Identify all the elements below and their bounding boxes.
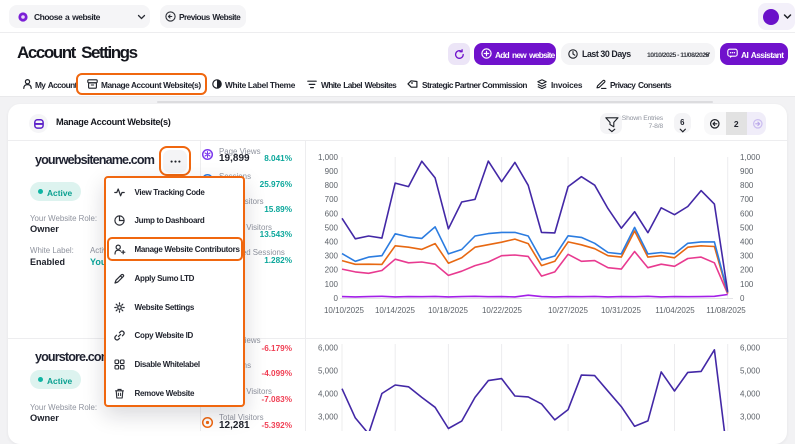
svg-text:10/31/2025: 10/31/2025 bbox=[601, 306, 642, 315]
svg-text:10/27/2025: 10/27/2025 bbox=[548, 306, 589, 315]
svg-text:1,000: 1,000 bbox=[318, 153, 339, 162]
svg-text:1,000: 1,000 bbox=[740, 153, 761, 162]
svg-text:500: 500 bbox=[740, 223, 754, 232]
svg-text:700: 700 bbox=[740, 195, 754, 204]
svg-text:200: 200 bbox=[325, 266, 339, 275]
svg-text:11/04/2025: 11/04/2025 bbox=[655, 306, 695, 315]
svg-text:6,000: 6,000 bbox=[740, 343, 761, 352]
svg-text:100: 100 bbox=[325, 280, 339, 289]
svg-text:800: 800 bbox=[740, 181, 754, 190]
svg-text:0: 0 bbox=[334, 294, 339, 303]
svg-text:6,000: 6,000 bbox=[318, 343, 339, 352]
svg-text:700: 700 bbox=[325, 195, 339, 204]
svg-text:10/10/2025: 10/10/2025 bbox=[324, 306, 365, 315]
svg-text:900: 900 bbox=[325, 167, 339, 176]
svg-text:500: 500 bbox=[325, 223, 339, 232]
svg-text:10/22/2025: 10/22/2025 bbox=[482, 306, 523, 315]
svg-text:5,000: 5,000 bbox=[740, 366, 761, 375]
svg-text:3,000: 3,000 bbox=[318, 412, 339, 421]
svg-text:3,000: 3,000 bbox=[740, 412, 761, 421]
svg-text:0: 0 bbox=[740, 294, 745, 303]
svg-text:800: 800 bbox=[325, 181, 339, 190]
svg-text:4,000: 4,000 bbox=[318, 389, 339, 398]
svg-text:11/08/2025: 11/08/2025 bbox=[706, 306, 746, 315]
svg-text:5,000: 5,000 bbox=[318, 366, 339, 375]
svg-text:400: 400 bbox=[325, 238, 339, 247]
svg-text:10/18/2025: 10/18/2025 bbox=[428, 306, 469, 315]
svg-text:100: 100 bbox=[740, 280, 754, 289]
svg-text:300: 300 bbox=[325, 252, 339, 261]
svg-text:600: 600 bbox=[325, 209, 339, 218]
svg-text:4,000: 4,000 bbox=[740, 389, 761, 398]
svg-text:300: 300 bbox=[740, 252, 754, 261]
svg-text:200: 200 bbox=[740, 266, 754, 275]
svg-text:900: 900 bbox=[740, 167, 754, 176]
svg-text:600: 600 bbox=[740, 209, 754, 218]
svg-text:10/14/2025: 10/14/2025 bbox=[375, 306, 416, 315]
svg-text:400: 400 bbox=[740, 238, 754, 247]
